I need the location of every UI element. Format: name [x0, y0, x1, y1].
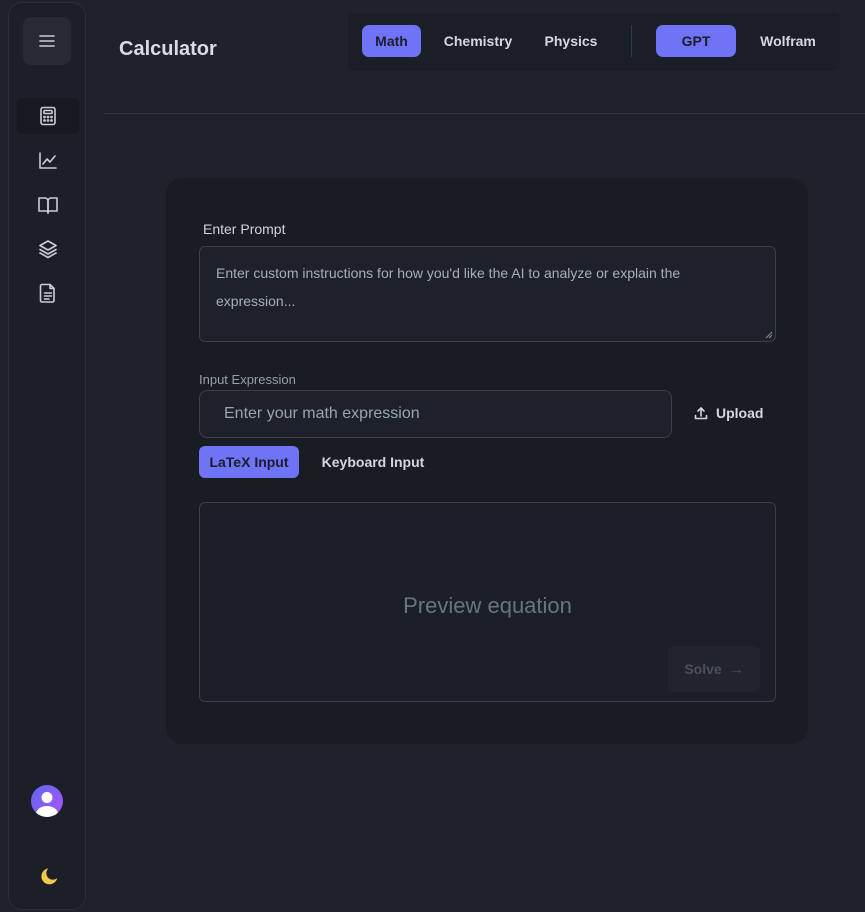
prompt-placeholder: Enter custom instructions for how you'd … — [216, 265, 681, 309]
sidebar-item-library[interactable] — [17, 187, 79, 223]
layers-icon — [39, 240, 57, 259]
latex-input-button[interactable]: LaTeX Input — [199, 446, 299, 478]
arrow-right-icon: → — [729, 661, 744, 677]
book-open-icon — [38, 197, 58, 214]
expression-placeholder: Enter your math expression — [224, 405, 420, 422]
app-root: Calculator Math Chemistry Physics GPT Wo… — [0, 0, 865, 912]
upload-icon — [694, 407, 708, 420]
menu-button[interactable] — [23, 17, 71, 65]
chart-line-icon — [39, 152, 57, 169]
solve-button[interactable]: Solve → — [668, 646, 760, 692]
solver-card: Enter Prompt Enter custom instructions f… — [166, 178, 808, 744]
page-title: Calculator — [119, 38, 217, 60]
expression-input[interactable]: Enter your math expression — [199, 390, 672, 438]
mode-toolbar: Math Chemistry Physics GPT Wolfram — [348, 13, 840, 71]
upload-button[interactable]: Upload — [694, 398, 763, 428]
sidebar-item-documents[interactable] — [17, 275, 79, 311]
tab-math[interactable]: Math — [362, 25, 421, 57]
prompt-textarea[interactable]: Enter custom instructions for how you'd … — [199, 246, 776, 342]
expression-label: Input Expression — [199, 372, 296, 387]
engine-wolfram[interactable]: Wolfram — [748, 25, 828, 57]
solve-label: Solve — [684, 661, 722, 677]
engine-gpt[interactable]: GPT — [656, 25, 736, 57]
resize-handle-icon[interactable] — [765, 331, 773, 339]
sidebar-item-graph[interactable] — [17, 143, 79, 179]
upload-label: Upload — [716, 405, 764, 421]
preview-placeholder: Preview equation — [403, 593, 572, 618]
hamburger-icon — [39, 35, 55, 47]
user-avatar[interactable] — [31, 785, 63, 817]
sidebar-item-calculator[interactable] — [17, 98, 79, 134]
toolbar-divider — [631, 25, 632, 57]
calculator-icon — [40, 106, 56, 126]
user-avatar-icon — [36, 792, 58, 817]
header-divider — [104, 113, 865, 114]
tab-chemistry[interactable]: Chemistry — [434, 25, 522, 57]
sidebar-item-layers[interactable] — [17, 231, 79, 267]
keyboard-input-button[interactable]: Keyboard Input — [312, 446, 434, 478]
document-icon — [39, 283, 55, 303]
theme-toggle[interactable] — [37, 865, 59, 887]
equation-preview: Preview equation Solve → — [199, 502, 776, 702]
prompt-label: Enter Prompt — [203, 221, 286, 237]
tab-physics[interactable]: Physics — [534, 25, 608, 57]
moon-icon — [41, 868, 58, 885]
sidebar — [8, 2, 86, 910]
